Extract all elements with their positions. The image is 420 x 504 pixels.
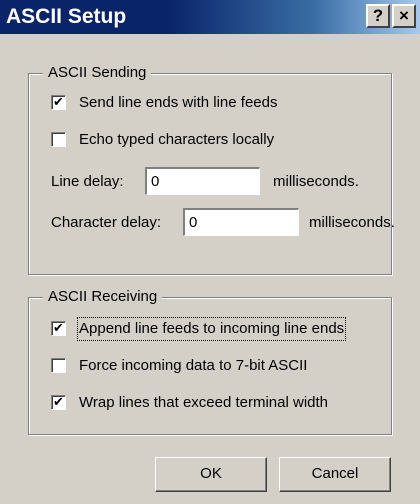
ok-button[interactable]: OK xyxy=(155,457,267,492)
send-line-ends-label: Send line ends with line feeds xyxy=(79,94,278,111)
ascii-sending-legend: ASCII Sending xyxy=(43,63,152,83)
cancel-button[interactable]: Cancel xyxy=(279,457,391,492)
help-button[interactable]: ? xyxy=(366,4,390,28)
checkbox-box[interactable] xyxy=(51,358,66,373)
echo-locally-label: Echo typed characters locally xyxy=(79,131,275,148)
checkbox-box[interactable]: ✔ xyxy=(51,395,66,410)
send-line-ends-checkbox[interactable]: ✔ Send line ends with line feeds xyxy=(51,92,381,114)
ascii-sending-group: ASCII Sending ✔ Send line ends with line… xyxy=(28,63,395,275)
echo-locally-checkbox[interactable]: Echo typed characters locally xyxy=(51,129,381,151)
line-delay-input[interactable]: 0 xyxy=(145,167,260,195)
character-delay-label: Character delay: xyxy=(51,214,162,231)
checkbox-box[interactable]: ✔ xyxy=(51,321,66,336)
close-button[interactable]: × xyxy=(392,4,416,28)
append-line-feeds-label: Append line feeds to incoming line ends xyxy=(76,317,347,341)
character-delay-unit: milliseconds. xyxy=(309,214,395,231)
ascii-receiving-legend: ASCII Receiving xyxy=(43,287,163,307)
line-delay-unit: milliseconds. xyxy=(273,173,359,190)
window-title: ASCII Setup xyxy=(6,5,127,28)
checkbox-box[interactable] xyxy=(51,132,66,147)
character-delay-input[interactable]: 0 xyxy=(183,208,299,236)
append-line-feeds-checkbox[interactable]: ✔ Append line feeds to incoming line end… xyxy=(51,317,391,341)
wrap-lines-label: Wrap lines that exceed terminal width xyxy=(79,394,329,411)
wrap-lines-checkbox[interactable]: ✔ Wrap lines that exceed terminal width xyxy=(51,392,391,414)
ascii-receiving-group: ASCII Receiving ✔ Append line feeds to i… xyxy=(28,287,392,435)
line-delay-label: Line delay: xyxy=(51,173,124,190)
force-7bit-label: Force incoming data to 7-bit ASCII xyxy=(79,357,308,374)
checkbox-box[interactable]: ✔ xyxy=(51,95,66,110)
force-7bit-checkbox[interactable]: Force incoming data to 7-bit ASCII xyxy=(51,355,391,377)
character-delay-row: Character delay: 0 milliseconds. xyxy=(51,208,395,238)
title-bar[interactable]: ASCII Setup ? × xyxy=(0,0,420,34)
line-delay-row: Line delay: 0 milliseconds. xyxy=(51,167,381,197)
